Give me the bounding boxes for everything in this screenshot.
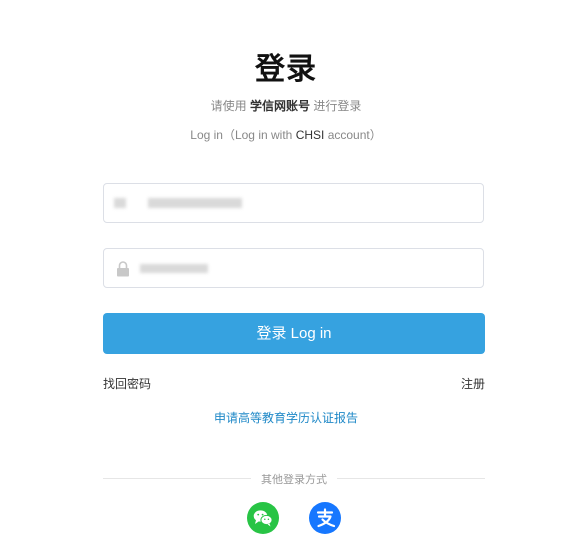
divider-left [103, 478, 251, 479]
apply-certification-report-link[interactable]: 申请高等教育学历认证报告 [0, 409, 572, 426]
login-page: 登录 请使用 学信网账号 进行登录 Log in（Log in with CHS… [0, 0, 572, 542]
subtitle-english: Log in（Log in with CHSI account） [0, 126, 572, 143]
subtitle-en-suffix: account） [327, 128, 382, 142]
divider-right [337, 478, 485, 479]
alipay-login-button[interactable] [309, 502, 341, 534]
subtitle-en-prefix: Log in（Log in with [190, 128, 293, 142]
subtitle-en-highlight: CHSI [295, 128, 325, 142]
wechat-login-button[interactable] [247, 502, 279, 534]
subtitle-chinese: 请使用 学信网账号 进行登录 [0, 97, 572, 114]
username-masked-value-2 [148, 198, 242, 208]
lock-icon [116, 261, 130, 277]
forgot-password-link[interactable]: 找回密码 [103, 375, 151, 392]
page-title: 登录 [255, 53, 317, 86]
other-login-methods-label: 其他登录方式 [261, 474, 327, 486]
login-button[interactable]: 登录 Log in [103, 313, 485, 354]
subtitle-cn-suffix: 进行登录 [313, 99, 362, 113]
username-masked-value [114, 198, 126, 208]
password-field[interactable] [103, 248, 484, 288]
username-field[interactable] [103, 183, 484, 223]
subtitle-cn-highlight: 学信网账号 [249, 99, 310, 113]
register-link[interactable]: 注册 [461, 375, 485, 392]
subtitle-cn-prefix: 请使用 [210, 99, 247, 113]
password-masked-value [140, 264, 208, 273]
